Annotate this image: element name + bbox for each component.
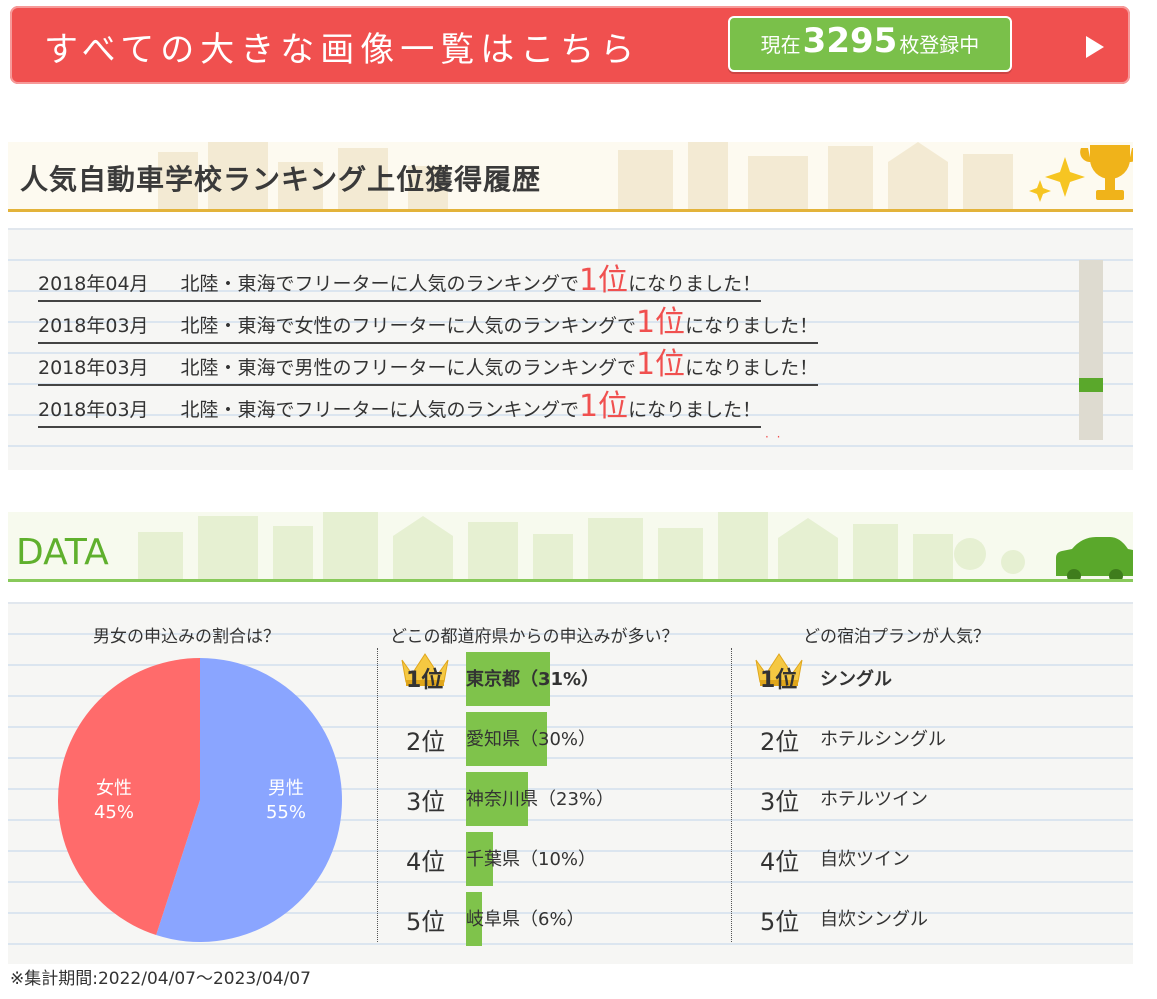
rank-number: 4位	[760, 848, 800, 876]
prefecture-label: 千葉県（10%）	[466, 849, 597, 870]
history-scrollbar[interactable]	[1079, 260, 1103, 440]
city-skyline-decoration	[138, 512, 1133, 579]
prefecture-label: 神奈川県（23%）	[466, 789, 615, 810]
female-label: 女性	[96, 778, 132, 799]
plan-rank-row: 3位 ホテルツイン	[760, 772, 1080, 828]
plan-label: シングル	[820, 669, 892, 690]
car-icon	[1056, 537, 1133, 579]
history-item[interactable]: 2018年03月 北陸・東海で女性のフリーターに人気のランキングで1位になりました…	[38, 308, 819, 344]
sparkle-icon	[1029, 157, 1085, 202]
plan-label: ホテルツイン	[820, 789, 928, 810]
count-prefix: 現在	[760, 33, 801, 57]
plan-question: どの宿泊プランが人気？	[803, 627, 990, 647]
data-panel: 男女の申込みの割合は？ 女性 45% 男性 55% どこの都道府県からの申込みが…	[8, 602, 1133, 964]
data-title: DATA	[16, 532, 109, 573]
image-count-badge: 現在 3295 枚登録中	[728, 16, 1012, 72]
female-pct: 45%	[94, 802, 134, 823]
count-suffix: 枚登録中	[899, 33, 980, 57]
male-pct: 55%	[266, 802, 306, 823]
rank-number: 1位	[760, 668, 798, 693]
rank-number: 4位	[406, 848, 446, 876]
rank-number: 5位	[760, 908, 800, 936]
ranking-history-title: 人気自動車学校ランキング上位獲得履歴	[20, 163, 542, 196]
plan-label: ホテルシングル	[820, 729, 946, 750]
prefecture-rank-row: 5位 岐阜県（6%）	[406, 892, 726, 948]
banner-text: すべての大きな画像一覧はこちら	[44, 30, 641, 70]
prefecture-rank-row: 2位 愛知県（30%）	[406, 712, 726, 768]
prefecture-question: どこの都道府県からの申込みが多い？	[390, 627, 679, 647]
plan-rank-row: 2位 ホテルシングル	[760, 712, 1080, 768]
rank-number: 5位	[406, 908, 446, 936]
ranking-history-list[interactable]: 2018年04月 北陸・東海でフリーターに人気のランキングで1位になりました！ 2…	[8, 228, 1133, 470]
plan-rank-row: 5位 自炊シングル	[760, 892, 1080, 948]
history-item[interactable]: 2018年03月 北陸・東海で男性のフリーターに人気のランキングで1位になりました…	[38, 350, 819, 386]
ranking-history-header: 人気自動車学校ランキング上位獲得履歴	[8, 142, 1133, 212]
plan-label: 自炊ツイン	[820, 849, 910, 870]
column-divider	[731, 648, 732, 942]
play-arrow-icon	[1086, 36, 1104, 58]
plan-rank-row: 4位 自炊ツイン	[760, 832, 1080, 888]
clipped-text-fragment: · ·	[765, 430, 783, 444]
rank-number: 1位	[406, 668, 444, 693]
plan-rank-row: 1位 シングル	[755, 652, 1080, 708]
rank-number: 3位	[760, 788, 800, 816]
data-header: DATA	[8, 512, 1133, 582]
scrollbar-thumb[interactable]	[1079, 378, 1103, 392]
rank-number: 2位	[760, 728, 800, 756]
rank-number: 2位	[406, 728, 446, 756]
prefecture-rank-row: 4位 千葉県（10%）	[406, 832, 726, 888]
history-item[interactable]: 2018年04月 北陸・東海でフリーターに人気のランキングで1位になりました！	[38, 266, 762, 302]
prefecture-label: 東京都（31%）	[466, 669, 600, 690]
aggregation-period-note: ※集計期間:2022/04/07〜2023/04/07	[10, 969, 311, 989]
column-divider	[377, 648, 378, 942]
all-images-banner[interactable]: すべての大きな画像一覧はこちら 現在 3295 枚登録中	[10, 6, 1130, 84]
rank-number: 3位	[406, 788, 446, 816]
gender-pie-chart: 女性 45% 男性 55%	[58, 658, 342, 942]
prefecture-label: 岐阜県（6%）	[466, 909, 585, 930]
trophy-icon	[1080, 145, 1133, 200]
gender-question: 男女の申込みの割合は？	[93, 627, 280, 647]
male-label: 男性	[268, 778, 304, 799]
prefecture-rank-row: 1位 東京都（31%）	[401, 652, 726, 708]
plan-label: 自炊シングル	[820, 909, 928, 930]
prefecture-label: 愛知県（30%）	[466, 729, 597, 750]
prefecture-rank-row: 3位 神奈川県（23%）	[406, 772, 726, 828]
image-count: 3295	[802, 21, 898, 61]
history-item[interactable]: 2018年03月 北陸・東海でフリーターに人気のランキングで1位になりました！	[38, 392, 762, 428]
